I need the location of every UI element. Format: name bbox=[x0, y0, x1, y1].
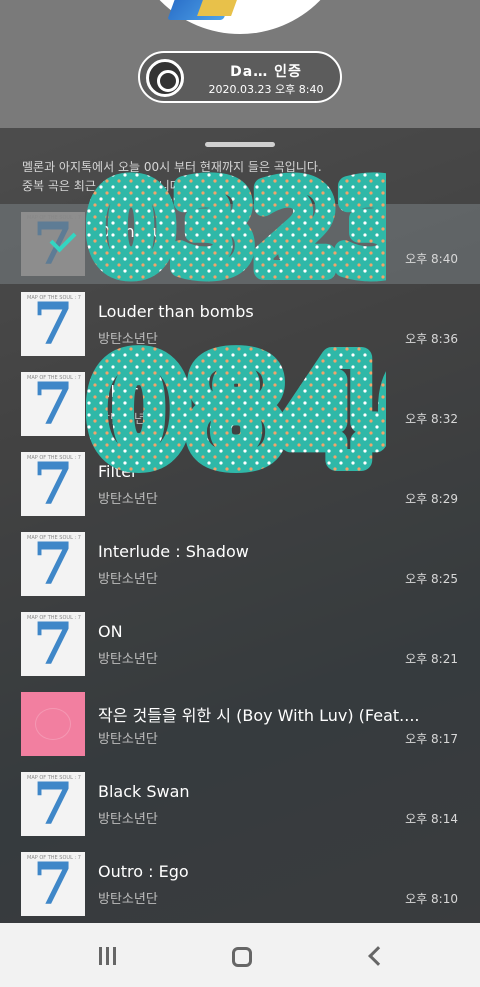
song-artist: 방탄소년단 bbox=[98, 732, 158, 747]
now-playing-header: Da… 인증 2020.03.23 오후 8:40 bbox=[0, 0, 480, 128]
badge-title: Da… 인증 bbox=[230, 64, 302, 80]
play-time: 오후 8:29 bbox=[405, 492, 458, 506]
song-row[interactable]: MAP OF THE SOUL : 77 ON 방탄소년단 오후 8:21 bbox=[0, 604, 480, 684]
song-title: Interlude : Shadow bbox=[98, 542, 249, 561]
song-row[interactable]: MAP OF THE SOUL : 77 Filter 방탄소년단 오후 8:3… bbox=[0, 364, 480, 444]
album-thumbnail: MAP OF THE SOUL : 77 bbox=[21, 532, 85, 596]
album-thumbnail: MAP OF THE SOUL : 77 bbox=[21, 772, 85, 836]
song-list: MAP OF THE SOUL : 7 7 Dionysus 방탄소년단 오후 … bbox=[0, 204, 480, 924]
album-thumbnail: MAP OF THE SOUL : 77 bbox=[21, 452, 85, 516]
play-time: 오후 8:40 bbox=[405, 252, 458, 266]
album-thumbnail: MAP OF THE SOUL : 77 bbox=[21, 372, 85, 436]
song-artist: 방탄소년단 bbox=[98, 332, 158, 347]
song-row[interactable]: MAP OF THE SOUL : 77 Interlude : Shadow … bbox=[0, 524, 480, 604]
song-artist: 방탄소년단 bbox=[98, 652, 158, 667]
song-title: Filter bbox=[98, 382, 138, 401]
album-thumbnail: MAP OF THE SOUL : 77 bbox=[21, 852, 85, 916]
badge-datetime: 2020.03.23 오후 8:40 bbox=[208, 83, 324, 96]
song-row[interactable]: MAP OF THE SOUL : 7 7 Dionysus 방탄소년단 오후 … bbox=[0, 204, 480, 284]
album-thumbnail: MAP OF THE SOUL : 77 bbox=[21, 612, 85, 676]
song-artist: 방탄소년단 bbox=[98, 892, 158, 907]
drag-handle[interactable] bbox=[205, 142, 275, 147]
history-sheet: 멜론과 아지톡에서 오늘 00시 부터 현재까지 들은 곡입니다. 중복 곡은 … bbox=[0, 128, 480, 923]
song-title: Black Swan bbox=[98, 782, 190, 801]
back-button[interactable] bbox=[359, 939, 393, 973]
back-icon bbox=[368, 946, 388, 966]
vinyl-icon bbox=[146, 59, 184, 97]
song-artist: 방탄소년단 bbox=[98, 812, 158, 827]
song-title: Louder than bombs bbox=[98, 302, 254, 321]
song-title: ON bbox=[98, 622, 123, 641]
home-button[interactable] bbox=[224, 939, 258, 973]
album-art-circle bbox=[128, 0, 352, 34]
song-artist: 방탄소년단 bbox=[98, 412, 158, 427]
play-time: 오후 8:25 bbox=[405, 572, 458, 586]
recent-apps-icon bbox=[99, 947, 102, 965]
play-time: 오후 8:17 bbox=[405, 732, 458, 746]
song-row[interactable]: 작은 것들을 위한 시 (Boy With Luv) (Feat.... 방탄소… bbox=[0, 684, 480, 764]
history-notice: 멜론과 아지톡에서 오늘 00시 부터 현재까지 들은 곡입니다. 중복 곡은 … bbox=[22, 160, 322, 193]
play-time: 오후 8:14 bbox=[405, 812, 458, 826]
song-row[interactable]: MAP OF THE SOUL : 77 Outro : Ego 방탄소년단 오… bbox=[0, 844, 480, 924]
song-row[interactable]: MAP OF THE SOUL : 77 Black Swan 방탄소년단 오후… bbox=[0, 764, 480, 844]
album-thumbnail bbox=[21, 692, 85, 756]
play-time: 오후 8:32 bbox=[405, 412, 458, 426]
song-artist: 방탄소년단 bbox=[98, 252, 158, 267]
song-title: 작은 것들을 위한 시 (Boy With Luv) (Feat.... bbox=[98, 706, 420, 725]
album-thumbnail: MAP OF THE SOUL : 7 7 bbox=[21, 212, 85, 276]
song-title: Filter bbox=[98, 462, 138, 481]
song-artist: 방탄소년단 bbox=[98, 492, 158, 507]
heart-art-icon bbox=[35, 708, 71, 740]
song-title: Dionysus bbox=[98, 222, 171, 241]
home-icon bbox=[232, 947, 252, 967]
system-nav-bar bbox=[0, 923, 480, 987]
play-time: 오후 8:36 bbox=[405, 332, 458, 346]
certification-badge[interactable]: Da… 인증 2020.03.23 오후 8:40 bbox=[138, 51, 342, 103]
song-artist: 방탄소년단 bbox=[98, 572, 158, 587]
song-title: Outro : Ego bbox=[98, 862, 189, 881]
song-row[interactable]: MAP OF THE SOUL : 77 Louder than bombs 방… bbox=[0, 284, 480, 364]
album-art-fragment-accent bbox=[197, 0, 237, 16]
recent-apps-button[interactable] bbox=[91, 939, 125, 973]
album-thumbnail: MAP OF THE SOUL : 77 bbox=[21, 292, 85, 356]
song-row[interactable]: MAP OF THE SOUL : 77 Filter 방탄소년단 오후 8:2… bbox=[0, 444, 480, 524]
play-time: 오후 8:21 bbox=[405, 652, 458, 666]
play-time: 오후 8:10 bbox=[405, 892, 458, 906]
